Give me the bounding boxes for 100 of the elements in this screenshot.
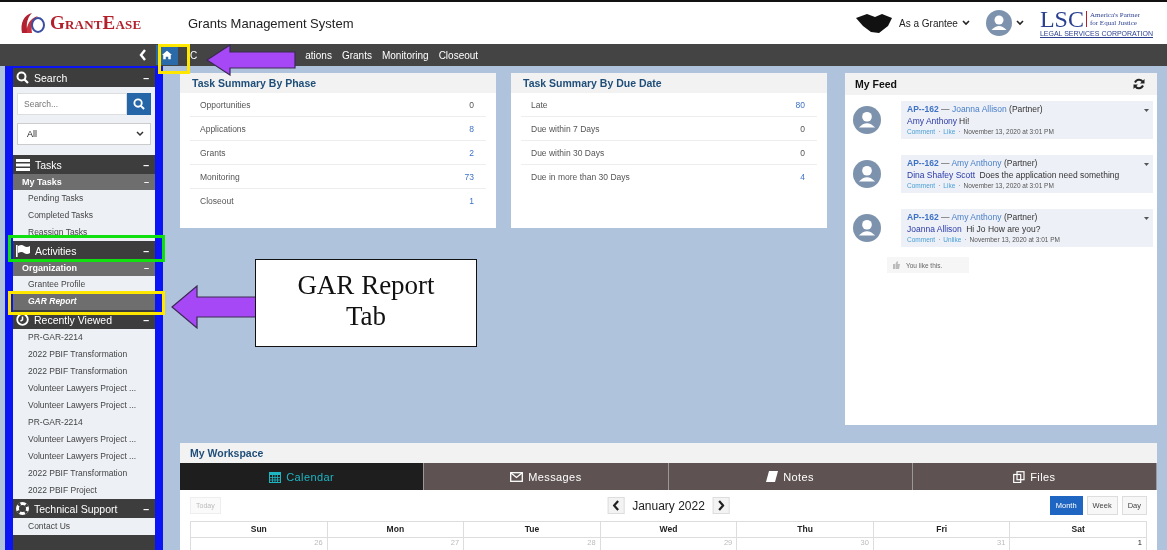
card-title: My Workspace bbox=[180, 443, 1157, 463]
author-link[interactable]: Amy Anthony bbox=[951, 212, 1002, 222]
logo-text: GrantEase bbox=[50, 12, 142, 34]
section-header[interactable]: Tasks – bbox=[13, 155, 155, 174]
caret-icon[interactable] bbox=[1144, 163, 1149, 166]
chevron-right-icon bbox=[717, 500, 725, 511]
calendar-icon bbox=[269, 470, 282, 483]
sidebar-item[interactable]: 2022 PBIF Transformation bbox=[13, 363, 155, 380]
row-count[interactable]: 2 bbox=[469, 147, 474, 158]
nav-tab[interactable]: ations bbox=[305, 49, 332, 61]
weekday-header: Thu bbox=[737, 521, 874, 538]
chevron-down-icon bbox=[1015, 20, 1024, 26]
row-count: 0 bbox=[800, 123, 805, 134]
sidebar-item[interactable]: Grantee Profile bbox=[13, 276, 155, 293]
filter-dropdown[interactable]: All bbox=[17, 123, 151, 145]
caret-icon[interactable] bbox=[1144, 217, 1149, 220]
section-header[interactable]: Technical Support – bbox=[13, 499, 155, 518]
row-label: Monitoring bbox=[200, 171, 240, 182]
nav-tab[interactable]: Grants bbox=[341, 49, 372, 61]
role-menu[interactable]: As a Grantee bbox=[899, 17, 970, 29]
lifebuoy-icon bbox=[16, 502, 29, 515]
clock-icon bbox=[16, 313, 29, 326]
mention-link[interactable]: Dina Shafey Scott bbox=[907, 170, 976, 180]
sidebar-item[interactable]: Contact Us bbox=[13, 518, 155, 535]
subsection-header[interactable]: My Tasks – bbox=[13, 174, 155, 190]
sidebar-item[interactable]: Volunteer Lawyers Project ... bbox=[13, 380, 155, 397]
sidebar-item[interactable]: Volunteer Lawyers Project ... bbox=[13, 431, 155, 448]
workspace-tab[interactable]: Notes bbox=[668, 463, 913, 490]
next-button[interactable] bbox=[712, 497, 730, 514]
mention-link[interactable]: Joanna Allison bbox=[907, 224, 962, 234]
thumbs-up-icon bbox=[893, 261, 900, 269]
row-count[interactable]: 4 bbox=[800, 171, 805, 182]
caret-icon[interactable] bbox=[1144, 109, 1149, 112]
row-label: Due within 7 Days bbox=[531, 123, 600, 134]
flag-icon bbox=[16, 244, 30, 257]
refresh-icon[interactable] bbox=[1133, 78, 1145, 90]
weekday-header: Mon bbox=[327, 521, 465, 538]
weekday-header: Tue bbox=[464, 521, 601, 538]
nav-tab[interactable]: Closeout bbox=[438, 49, 479, 61]
row-label: Opportunities bbox=[200, 99, 251, 110]
chevron-left-icon[interactable] bbox=[139, 49, 147, 61]
sidebar-item[interactable]: Completed Tasks bbox=[13, 207, 155, 224]
mention-link[interactable]: Amy Anthony bbox=[907, 116, 958, 126]
row-label: Applications bbox=[200, 123, 246, 134]
book-icon bbox=[766, 471, 779, 482]
previous-button[interactable] bbox=[607, 497, 625, 514]
separator-dash: — bbox=[941, 212, 950, 222]
avatar-icon bbox=[985, 10, 1012, 36]
row-count: 0 bbox=[469, 99, 474, 110]
envelope-icon bbox=[510, 471, 524, 482]
sidebar-item[interactable]: Pending Tasks bbox=[13, 190, 155, 207]
sidebar-item[interactable]: PR-GAR-2214 bbox=[13, 414, 155, 431]
list-icon bbox=[16, 158, 30, 171]
callout-label: GAR Report Tab bbox=[255, 259, 477, 347]
search-field[interactable]: Search... bbox=[17, 93, 127, 115]
author-role: (Partner) bbox=[1003, 158, 1038, 168]
search-button[interactable] bbox=[127, 93, 151, 115]
author-link[interactable]: Joanna Allison bbox=[951, 104, 1007, 114]
post-message: Does the application need something bbox=[978, 170, 1120, 180]
sidebar-item[interactable]: 2022 PBIF Project bbox=[13, 482, 155, 499]
author-role: (Partner) bbox=[1003, 212, 1038, 222]
sidebar-item[interactable]: Volunteer Lawyers Project ... bbox=[13, 397, 155, 414]
highlight-frame bbox=[158, 44, 190, 74]
card-title: Task Summary By Phase bbox=[180, 73, 496, 93]
user-menu[interactable] bbox=[985, 10, 1024, 36]
record-link[interactable]: AP--162 bbox=[907, 104, 939, 114]
nav-tab[interactable]: C bbox=[190, 49, 198, 61]
month-label: January 2022 bbox=[632, 498, 705, 513]
separator-dash: — bbox=[941, 158, 950, 168]
record-link[interactable]: AP--162 bbox=[907, 212, 939, 222]
post-message: Hi Jo How are you? bbox=[965, 224, 1041, 234]
sidebar-item[interactable]: PR-GAR-2214 bbox=[13, 329, 155, 346]
sidebar-item[interactable]: 2022 PBIF Transformation bbox=[13, 346, 155, 363]
sidebar-item[interactable]: Volunteer Lawyers Project ... bbox=[13, 448, 155, 465]
row-count[interactable]: 1 bbox=[469, 195, 474, 206]
avatar-icon bbox=[853, 106, 881, 134]
row-count[interactable]: 80 bbox=[795, 99, 805, 110]
chevron-down-icon bbox=[961, 20, 970, 26]
sidebar-item[interactable]: 2022 PBIF Transformation bbox=[13, 465, 155, 482]
files-icon bbox=[1013, 470, 1026, 483]
workspace-tab[interactable]: Calendar bbox=[180, 463, 425, 490]
workspace-tab[interactable]: Messages bbox=[424, 463, 669, 490]
record-link[interactable]: AP--162 bbox=[907, 158, 939, 168]
avatar-icon bbox=[853, 160, 881, 188]
sidebar-item[interactable]: Reassign Tasks bbox=[13, 224, 155, 241]
card-title: My Feed bbox=[854, 77, 898, 92]
row-label: Due within 30 Days bbox=[531, 147, 605, 158]
author-link[interactable]: Amy Anthony bbox=[951, 158, 1002, 168]
weekday-header: Sun bbox=[191, 521, 328, 538]
weekday-header: Fri bbox=[873, 521, 1011, 538]
chevron-left-icon bbox=[612, 500, 620, 511]
row-count[interactable]: 8 bbox=[469, 123, 474, 134]
section-header[interactable]: Search – bbox=[13, 68, 155, 87]
app-title: Grants Management System bbox=[188, 15, 354, 31]
row-count[interactable]: 73 bbox=[464, 171, 474, 182]
chevron-down-icon bbox=[136, 131, 144, 137]
row-label: Late bbox=[531, 99, 548, 110]
nav-tab[interactable]: Monitoring bbox=[381, 49, 429, 61]
workspace-tab[interactable]: Files bbox=[912, 463, 1157, 490]
logo-letters: LSC bbox=[1039, 8, 1084, 30]
